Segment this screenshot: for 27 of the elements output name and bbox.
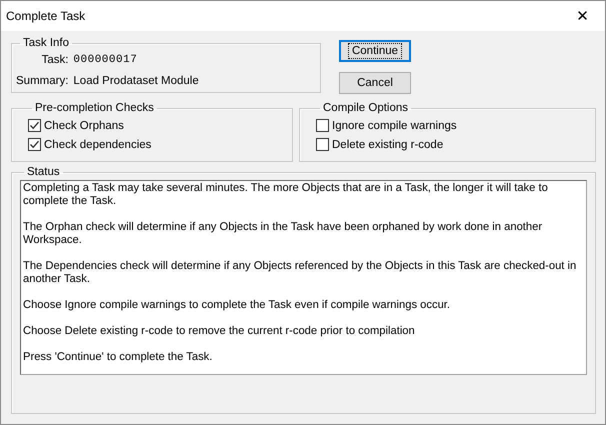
group-title: Compile Options xyxy=(322,102,410,114)
checkbox[interactable] xyxy=(28,119,41,132)
close-button[interactable]: ✕ xyxy=(560,1,605,31)
status-paragraph: Completing a Task may take several minutes. The more Objects that are in a Task, the longer it will take to complete the Task. xyxy=(23,182,549,208)
checkbox-label: Ignore compile warnings xyxy=(332,120,457,132)
checkbox[interactable] xyxy=(28,138,41,151)
status-paragraph: Choose Ignore compile warnings to complete the Task even if compile warnings occur. xyxy=(23,299,452,312)
status-paragraph: Press 'Continue' to complete the Task. xyxy=(23,351,214,364)
dialog-button[interactable]: Continue xyxy=(339,40,411,62)
summary-label: Summary: xyxy=(16,75,68,87)
checkbox[interactable] xyxy=(316,119,329,132)
task-value: 000000017 xyxy=(73,54,138,66)
status-paragraph: The Orphan check will determine if any Objects in the Task have been orphaned by work done in another Workspace. xyxy=(23,221,544,247)
checkbox-label: Delete existing r-code xyxy=(332,138,444,150)
group-title: Status xyxy=(26,166,61,178)
dialog-button[interactable]: Cancel xyxy=(339,72,411,94)
status-paragraph: Choose Delete existing r-code to remove the current r-code prior to compilation xyxy=(23,325,416,338)
status-paragraph: The Dependencies check will determine if any Objects referenced by the Objects in this Task are checked-out in another Task. xyxy=(23,260,578,286)
summary-value: Load Prodataset Module xyxy=(73,75,200,87)
group-title: Pre-completion Checks xyxy=(34,102,155,114)
task-label: Task: xyxy=(40,54,68,66)
group-title: Task Info xyxy=(22,37,70,49)
checkbox[interactable] xyxy=(316,138,329,151)
status-text-area[interactable] xyxy=(20,180,587,375)
checkbox-label: Check Orphans xyxy=(44,120,124,132)
checkbox-label: Check dependencies xyxy=(44,138,152,150)
window-title: Complete Task xyxy=(6,9,86,23)
